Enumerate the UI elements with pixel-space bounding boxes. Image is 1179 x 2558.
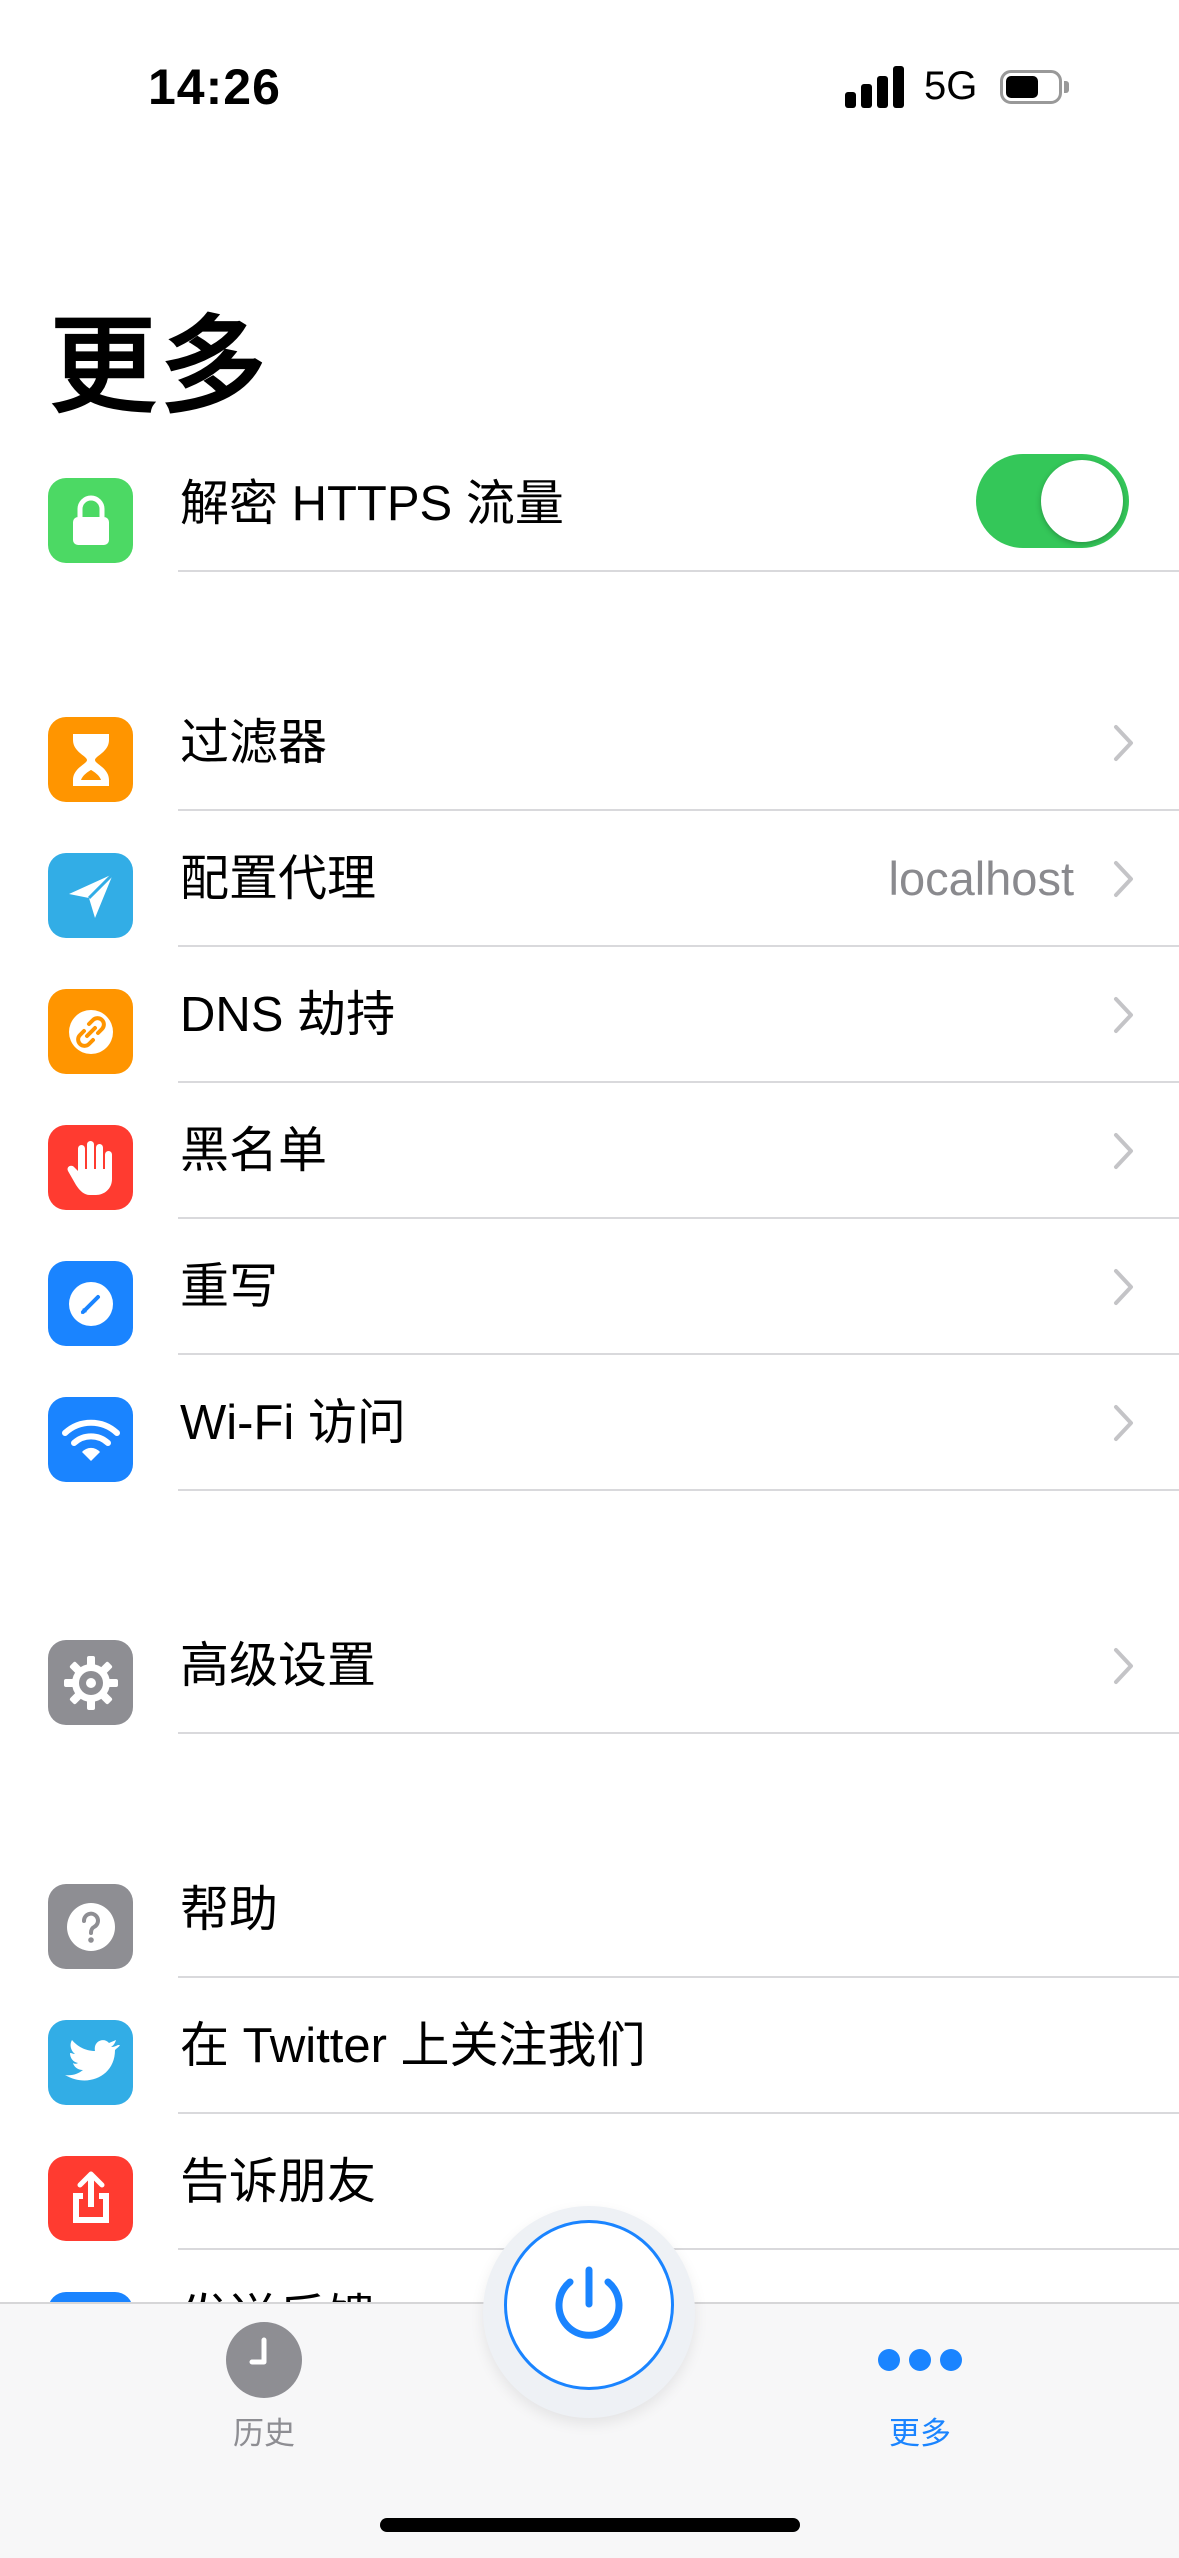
chevron-right-icon [1113, 1598, 1135, 1734]
hourglass-icon [48, 717, 133, 802]
pencil-icon [48, 1261, 133, 1346]
help-label: 帮助 [180, 1883, 279, 1937]
advanced-settings-label: 高级设置 [180, 1639, 377, 1693]
wifi-access-row[interactable]: Wi-Fi 访问 [0, 1355, 1179, 1491]
twitter-icon [48, 2020, 133, 2105]
rewrite-row[interactable]: 重写 [0, 1219, 1179, 1355]
proxy-config-label: 配置代理 [180, 852, 377, 906]
chevron-right-icon [1113, 675, 1135, 811]
dns-hijack-row[interactable]: DNS 劫持 [0, 947, 1179, 1083]
share-icon [48, 2156, 133, 2241]
question-icon [48, 1884, 133, 1969]
twitter-follow-row[interactable]: 在 Twitter 上关注我们 [0, 1978, 1179, 2114]
https-decrypt-label: 解密 HTTPS 流量 [180, 477, 564, 531]
tab-more[interactable]: 更多 [870, 2322, 970, 2453]
tab-history[interactable]: 历史 [214, 2322, 314, 2453]
toggle-knob [1041, 460, 1123, 542]
separator [178, 570, 1179, 572]
chevron-right-icon [1113, 1219, 1135, 1355]
dns-hijack-label: DNS 劫持 [180, 988, 396, 1042]
wifi-access-label: Wi-Fi 访问 [180, 1396, 406, 1450]
blacklist-label: 黑名单 [180, 1124, 328, 1178]
rewrite-label: 重写 [180, 1260, 279, 1314]
home-indicator [380, 2518, 800, 2532]
twitter-follow-label: 在 Twitter 上关注我们 [180, 2019, 646, 2073]
cellular-signal-icon [845, 66, 907, 108]
filter-label: 过滤器 [180, 716, 328, 770]
separator [178, 1489, 1179, 1491]
separator [178, 1732, 1179, 1734]
tab-more-label: 更多 [889, 2416, 951, 2451]
network-type: 5G [924, 64, 978, 108]
status-bar: 14:26 5G [0, 0, 1179, 150]
battery-icon [1000, 70, 1070, 106]
more-dots-icon [870, 2322, 970, 2398]
tab-history-label: 历史 [233, 2416, 295, 2451]
https-decrypt-toggle[interactable] [976, 454, 1129, 548]
help-row[interactable]: 帮助 [0, 1842, 1179, 1978]
power-button[interactable] [504, 2220, 674, 2390]
page-title: 更多 [50, 308, 270, 426]
wifi-icon [48, 1397, 133, 1482]
advanced-settings-row[interactable]: 高级设置 [0, 1598, 1179, 1734]
blacklist-row[interactable]: 黑名单 [0, 1083, 1179, 1219]
lock-icon [48, 478, 133, 563]
gear-icon [48, 1640, 133, 1725]
link-icon [48, 989, 133, 1074]
proxy-config-value: localhost [888, 852, 1075, 905]
status-time: 14:26 [148, 59, 281, 115]
hand-icon [48, 1125, 133, 1210]
chevron-right-icon [1113, 947, 1135, 1083]
paper-plane-icon [48, 853, 133, 938]
tell-friends-label: 告诉朋友 [180, 2155, 377, 2209]
chevron-right-icon [1113, 1355, 1135, 1491]
chevron-right-icon [1113, 1083, 1135, 1219]
clock-icon [226, 2322, 302, 2398]
filter-row[interactable]: 过滤器 [0, 675, 1179, 811]
power-icon [555, 2266, 623, 2339]
chevron-right-icon [1113, 811, 1135, 947]
proxy-config-row[interactable]: 配置代理 localhost [0, 811, 1179, 947]
